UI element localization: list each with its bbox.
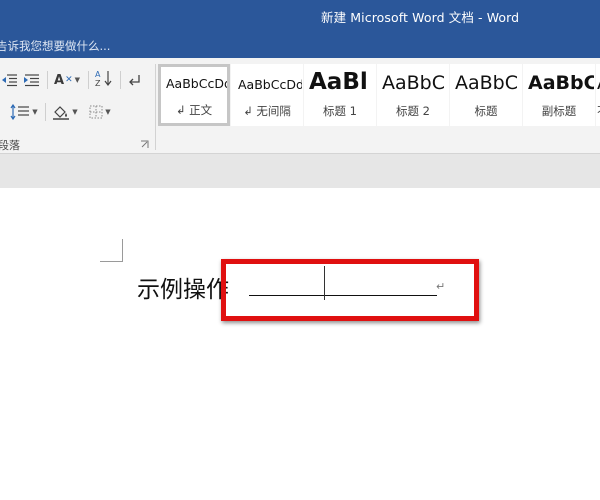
toolbar-separator (88, 71, 89, 89)
highlight-box (221, 259, 479, 321)
dialog-launcher-icon[interactable] (140, 140, 149, 149)
decrease-indent-icon (2, 74, 17, 87)
toolbar-separator (47, 71, 48, 89)
increase-indent-button[interactable] (22, 70, 42, 90)
style-label: 标题 1 (323, 104, 357, 118)
style-label: 标题 (474, 104, 498, 118)
line-spacing-icon (10, 104, 30, 120)
chevron-down-icon: ▼ (105, 108, 111, 116)
decrease-indent-button[interactable] (0, 70, 18, 90)
svg-text:Z: Z (95, 79, 101, 87)
sort-button[interactable]: A Z (93, 68, 115, 88)
style-heading-2[interactable]: AaBbC 标题 2 (377, 64, 449, 126)
styles-gallery: AaBbCcDd ↲ 正文 AaBbCcDd ↲ 无间隔 AaBl 标题 1 A… (158, 64, 600, 128)
style-heading-1[interactable]: AaBl 标题 1 (304, 64, 376, 126)
borders-button[interactable]: ▼ (86, 102, 114, 122)
paint-bucket-icon (53, 106, 70, 120)
window-title: 新建 Microsoft Word 文档 - Word (321, 10, 520, 25)
style-sample: AaBl (309, 69, 368, 95)
style-label: 标题 2 (396, 104, 430, 118)
toolbar-separator (45, 103, 46, 121)
style-sample: AaBbC (528, 72, 595, 94)
chinese-layout-button[interactable]: A ✕ ▼ (52, 70, 82, 90)
style-no-spacing[interactable]: AaBbCcDd ↲ 无间隔 (231, 64, 303, 126)
ribbon: A ✕ ▼ A Z ▼ ▼ ▼ 段落 AaBbCcDd ↲ 正文 AaBbCcD… (0, 58, 600, 154)
show-formatting-marks-button[interactable] (125, 70, 145, 90)
increase-indent-icon (24, 74, 39, 87)
title-bar: 新建 Microsoft Word 文档 - Word (0, 0, 600, 32)
line-spacing-button[interactable]: ▼ (8, 102, 40, 122)
toolbar-separator (120, 71, 121, 89)
paragraph-group: A ✕ ▼ A Z ▼ ▼ ▼ 段落 (0, 58, 155, 154)
margin-corner-mark (100, 239, 123, 262)
chinese-layout-icon: A (54, 72, 65, 88)
chevron-down-icon: ▼ (74, 76, 80, 84)
style-label: ↲ 无间隔 (243, 104, 291, 118)
paragraph-group-label: 段落 (0, 139, 20, 152)
style-sample: AaBbC (455, 72, 519, 94)
style-sample: AaBbC (382, 72, 446, 94)
chevron-down-icon: ▼ (32, 108, 38, 116)
sort-icon: A Z (95, 70, 112, 87)
style-title[interactable]: AaBbC 标题 (450, 64, 522, 126)
tell-me-search[interactable]: 告诉我您想要做什么... (0, 38, 110, 54)
chinese-layout-x-icon: ✕ (65, 75, 73, 85)
style-partial[interactable]: A 不 (596, 64, 600, 126)
borders-icon (89, 105, 103, 119)
chevron-down-icon: ▼ (72, 108, 78, 116)
document-page[interactable]: 示例操作 ↵ (0, 188, 600, 500)
style-label: 副标题 (541, 104, 577, 118)
style-sample: AaBbCcDd (238, 77, 303, 92)
group-separator (155, 64, 156, 150)
style-sample: AaBbCcDd (166, 76, 230, 91)
style-normal[interactable]: AaBbCcDd ↲ 正文 (158, 64, 230, 126)
document-text[interactable]: 示例操作 (137, 270, 229, 304)
tell-me-bar: 告诉我您想要做什么... (0, 32, 600, 58)
style-label: ↲ 正文 (175, 103, 213, 117)
ruler-area (0, 154, 600, 188)
svg-text:A: A (95, 70, 101, 79)
paragraph-mark-icon (129, 75, 140, 86)
style-subtitle[interactable]: AaBbC 副标题 (523, 64, 595, 126)
shading-button[interactable]: ▼ (51, 102, 79, 122)
